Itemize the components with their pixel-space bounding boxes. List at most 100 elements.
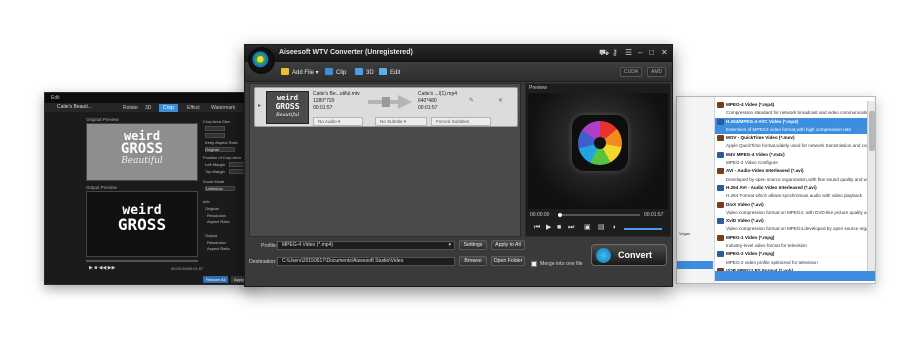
profile-format-item[interactable]: AVI - Audio-Video Interleaved (*.avi)	[715, 167, 867, 175]
profile-format-item[interactable]: MPEG-4 Video (*.mp4)	[715, 101, 867, 109]
volume-slider[interactable]	[624, 228, 662, 230]
profile-format-item[interactable]: H.264 AVI - Audio Video Interleaved (*.a…	[715, 184, 867, 192]
profile-select[interactable]: MPEG-4 Video (*.mp4) ▾	[277, 241, 455, 250]
profile-format-item[interactable]: MOV - QuickTime Video (*.mov)	[715, 134, 867, 142]
format-icon	[717, 184, 724, 191]
tab-watermark[interactable]: Watermark	[211, 105, 235, 111]
profile-format-item[interactable]: XviD Video (*.avi)	[715, 217, 867, 225]
edit-window-titlebar: Edit	[45, 93, 255, 103]
add-file-icon	[281, 68, 289, 75]
edit-nav-title[interactable]: Catie's Beauti...	[57, 104, 92, 110]
profile-format-description[interactable]: Industry-level video format for televisi…	[715, 242, 867, 250]
profile-format-item[interactable]: DivX Video (*.avi)	[715, 201, 867, 209]
previous-icon[interactable]: ⏮	[534, 224, 540, 232]
3d-button[interactable]: 3D	[355, 68, 374, 76]
profile-scrollbar[interactable]	[867, 101, 875, 271]
audio-track-select[interactable]: No Audio ▾	[313, 117, 363, 126]
cart-icon[interactable]: ⛟	[599, 48, 609, 57]
info-output-aspect-label: Aspect Ratio	[207, 246, 230, 251]
profile-list-footer[interactable]	[715, 271, 875, 281]
file-list-area: ▸ weird GROSS Beautiful Catie's Be...uti…	[249, 83, 521, 237]
move-up-icon[interactable]: ▲	[517, 91, 521, 96]
item-scroll-arrows[interactable]: ▲ ▲ ▼ ▼	[517, 91, 522, 125]
profile-item-text: MPEG-2 Video (*.mpg)	[726, 251, 775, 257]
info-output-resolution-label: Resolution	[207, 240, 226, 245]
tab-effect[interactable]: Effect	[187, 105, 200, 111]
left-margin-field[interactable]	[229, 162, 245, 167]
profile-format-description[interactable]: Developed by open source organization,wi…	[715, 176, 867, 184]
clip-button[interactable]: Clip	[325, 68, 346, 76]
subtitle-select[interactable]: No Subtitle ▾	[375, 117, 427, 126]
item-handle-icon: ▸	[258, 103, 262, 109]
profile-item-text: Industry-level video format for televisi…	[726, 243, 807, 249]
move-top-icon[interactable]: ▲	[517, 100, 521, 105]
preview-screen	[528, 93, 668, 209]
merge-checkbox[interactable]	[531, 261, 537, 267]
settings-button[interactable]: Settings	[459, 240, 487, 250]
profile-format-description[interactable]: Compression standard for network broadca…	[715, 109, 867, 117]
clip-icon	[325, 68, 333, 75]
apply-to-all-button[interactable]: Apply to All	[491, 240, 525, 250]
crop-height-field[interactable]	[205, 133, 225, 138]
original-preview: weird GROSS Beautiful	[86, 123, 198, 181]
tab-3d[interactable]: 3D	[145, 105, 151, 111]
remove-item-icon[interactable]: ✕	[498, 97, 503, 104]
profile-format-item[interactable]: MPEG-1 Video (*.mpg)	[715, 234, 867, 242]
next-icon[interactable]: ⏭	[568, 224, 574, 232]
volume-icon[interactable]: ◖	[612, 224, 616, 232]
browse-button[interactable]: Browse	[459, 256, 487, 266]
edit-button[interactable]: Edit	[379, 68, 400, 76]
crop-width-field[interactable]	[205, 126, 225, 131]
open-folder-button[interactable]: Open Folder	[491, 256, 525, 266]
thumb-word-1: weird	[276, 94, 299, 102]
profile-dropdown-icon: ▾	[448, 242, 451, 248]
profile-format-description[interactable]: Apple QuickTime format,widely used for n…	[715, 142, 867, 150]
profile-item-text: XviD Video (*.avi)	[726, 218, 764, 224]
menu-icon[interactable]: ☰	[625, 48, 632, 57]
minimize-icon[interactable]: –	[638, 48, 642, 57]
profile-item-text: Video compression format on MPEG4, with …	[726, 209, 867, 215]
edit-seek-bar[interactable]	[86, 260, 198, 262]
profile-category-text[interactable]: Vegas	[679, 231, 690, 236]
maximize-icon[interactable]: □	[649, 48, 654, 57]
profile-format-description[interactable]: Video compression format on MPEG4, with …	[715, 209, 867, 217]
profile-format-item[interactable]: MPEG-2 Video (*.mpg)	[715, 250, 867, 258]
profile-format-item[interactable]: M4V MPEG-4 Video (*.m4v)	[715, 151, 867, 159]
tab-crop[interactable]: Crop	[159, 104, 178, 112]
file-list-item[interactable]: ▸ weird GROSS Beautiful Catie's Be...uti…	[254, 87, 521, 127]
forced-subtitles-label: Forced Subtitles	[436, 119, 470, 124]
info-original-aspect-label: Aspect Ratio	[207, 219, 230, 224]
profile-format-description[interactable]: MPEG-4 Video Configure	[715, 159, 867, 167]
folder-icon[interactable]: ▤	[598, 224, 605, 232]
destination-field[interactable]: C:\Users\20150617\Documents\Aiseesoft St…	[277, 257, 455, 266]
output-settings-icon[interactable]: ✎	[469, 97, 474, 104]
profile-format-description[interactable]: Video compression format on MPEG4,develo…	[715, 225, 867, 233]
profile-format-description[interactable]: Extension of MPEG4 video format,with hig…	[715, 125, 867, 135]
snapshot-icon[interactable]: ▣	[584, 224, 591, 232]
preview-controls: ⏮ ▶ ■ ⏭ ▣ ▤ ◖	[528, 222, 668, 234]
edit-playback-controls[interactable]: ▶ ■ ◀◀ ▶▶	[89, 265, 115, 271]
format-icon	[717, 218, 724, 225]
add-file-button[interactable]: Add File ▾	[281, 68, 319, 76]
profile-item-text: MPEG-4 Video Configure	[726, 160, 778, 166]
move-down-icon[interactable]: ▼	[517, 109, 521, 114]
profile-scrollbar-thumb[interactable]	[869, 111, 875, 151]
destination-label: Destination:	[249, 259, 277, 265]
profile-format-item[interactable]: H.264/MPEG-4 AVC Video (*.mp4)	[715, 117, 867, 126]
forced-subtitles-checkbox[interactable]: Forced Subtitles	[431, 117, 491, 126]
close-icon[interactable]: ✕	[661, 48, 668, 57]
preview-seek-bar[interactable]	[558, 213, 640, 217]
key-icon[interactable]: ⚷	[612, 48, 618, 57]
keep-aspect-ratio-label[interactable]: Keep Aspect Ratio	[205, 140, 238, 145]
profile-format-description[interactable]: H.264 Format which allows synchronous au…	[715, 192, 867, 200]
preview-seek-handle[interactable]	[558, 213, 562, 217]
convert-button[interactable]: Convert	[591, 244, 667, 266]
play-icon[interactable]: ▶	[546, 224, 551, 232]
top-margin-field[interactable]	[229, 169, 245, 174]
crop-area-size-label: Crop Area Size	[203, 119, 230, 124]
move-bottom-icon[interactable]: ▼	[517, 118, 521, 123]
restore-all-button[interactable]: Restore All	[203, 276, 229, 283]
profile-format-description[interactable]: MPEG-2 video profile optimized for telev…	[715, 259, 867, 267]
stop-icon[interactable]: ■	[557, 224, 561, 232]
tab-rotate[interactable]: Rotate	[123, 105, 138, 111]
